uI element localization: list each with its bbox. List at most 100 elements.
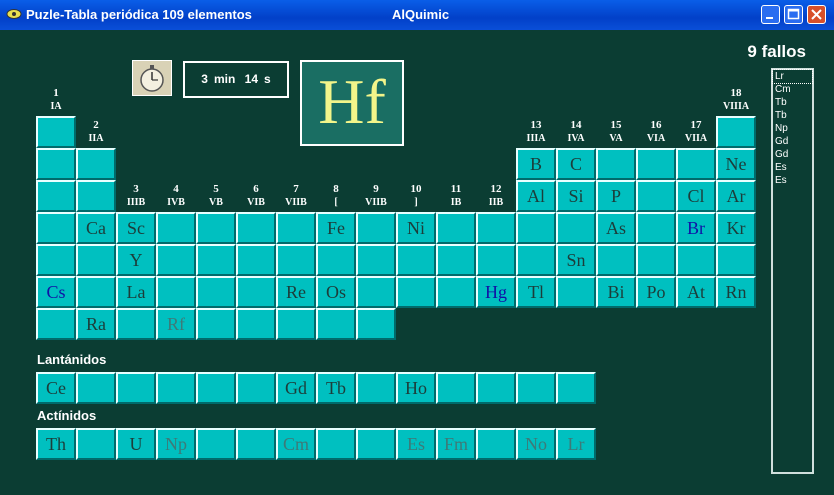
cell-Ne[interactable]: Ne bbox=[716, 148, 756, 180]
error-list-item[interactable]: Np bbox=[773, 122, 812, 135]
cell-empty[interactable] bbox=[596, 244, 636, 276]
cell-Ar[interactable]: Ar bbox=[716, 180, 756, 212]
cell-empty[interactable] bbox=[36, 180, 76, 212]
cell-Po[interactable]: Po bbox=[636, 276, 676, 308]
cell-empty[interactable] bbox=[556, 276, 596, 308]
cell-empty[interactable] bbox=[396, 276, 436, 308]
cell-empty[interactable] bbox=[636, 148, 676, 180]
cell-Sn[interactable]: Sn bbox=[556, 244, 596, 276]
cell-Lr[interactable]: Lr bbox=[556, 428, 596, 460]
cell-empty[interactable] bbox=[436, 244, 476, 276]
cell-empty[interactable] bbox=[276, 244, 316, 276]
cell-Fm[interactable]: Fm bbox=[436, 428, 476, 460]
cell-empty[interactable] bbox=[196, 428, 236, 460]
cell-empty[interactable] bbox=[516, 244, 556, 276]
maximize-button[interactable] bbox=[784, 5, 803, 24]
cell-Al[interactable]: Al bbox=[516, 180, 556, 212]
cell-empty[interactable] bbox=[76, 244, 116, 276]
cell-empty[interactable] bbox=[556, 212, 596, 244]
cell-empty[interactable] bbox=[196, 308, 236, 340]
cell-empty[interactable] bbox=[636, 244, 676, 276]
cell-empty[interactable] bbox=[236, 372, 276, 404]
cell-U[interactable]: U bbox=[116, 428, 156, 460]
cell-At[interactable]: At bbox=[676, 276, 716, 308]
cell-empty[interactable] bbox=[156, 372, 196, 404]
cell-Re[interactable]: Re bbox=[276, 276, 316, 308]
cell-empty[interactable] bbox=[116, 372, 156, 404]
error-list-item[interactable]: Cm bbox=[773, 83, 812, 96]
cell-Y[interactable]: Y bbox=[116, 244, 156, 276]
cell-Bi[interactable]: Bi bbox=[596, 276, 636, 308]
cell-No[interactable]: No bbox=[516, 428, 556, 460]
cell-empty[interactable] bbox=[236, 276, 276, 308]
cell-empty[interactable] bbox=[116, 308, 156, 340]
cell-empty[interactable] bbox=[36, 148, 76, 180]
cell-empty[interactable] bbox=[276, 308, 316, 340]
cell-Th[interactable]: Th bbox=[36, 428, 76, 460]
cell-empty[interactable] bbox=[276, 212, 316, 244]
cell-empty[interactable] bbox=[316, 244, 356, 276]
cell-empty[interactable] bbox=[76, 148, 116, 180]
error-list-item[interactable]: Tb bbox=[773, 96, 812, 109]
cell-empty[interactable] bbox=[356, 244, 396, 276]
cell-empty[interactable] bbox=[596, 148, 636, 180]
cell-Ce[interactable]: Ce bbox=[36, 372, 76, 404]
cell-Kr[interactable]: Kr bbox=[716, 212, 756, 244]
cell-Ni[interactable]: Ni bbox=[396, 212, 436, 244]
cell-empty[interactable] bbox=[476, 244, 516, 276]
cell-Hg[interactable]: Hg bbox=[476, 276, 516, 308]
error-list-item[interactable]: Gd bbox=[773, 148, 812, 161]
cell-empty[interactable] bbox=[356, 372, 396, 404]
cell-empty[interactable] bbox=[476, 212, 516, 244]
cell-Ho[interactable]: Ho bbox=[396, 372, 436, 404]
error-list-item[interactable]: Es bbox=[773, 174, 812, 187]
cell-empty[interactable] bbox=[196, 276, 236, 308]
cell-La[interactable]: La bbox=[116, 276, 156, 308]
cell-empty[interactable] bbox=[356, 428, 396, 460]
error-list-item[interactable]: Tb bbox=[773, 109, 812, 122]
cell-empty[interactable] bbox=[156, 244, 196, 276]
cell-empty[interactable] bbox=[356, 276, 396, 308]
cell-empty[interactable] bbox=[236, 308, 276, 340]
cell-Br[interactable]: Br bbox=[676, 212, 716, 244]
cell-Rn[interactable]: Rn bbox=[716, 276, 756, 308]
cell-empty[interactable] bbox=[396, 244, 436, 276]
cell-empty[interactable] bbox=[36, 308, 76, 340]
cell-empty[interactable] bbox=[636, 212, 676, 244]
cell-Cl[interactable]: Cl bbox=[676, 180, 716, 212]
cell-Rf[interactable]: Rf bbox=[156, 308, 196, 340]
error-list-item[interactable]: Es bbox=[773, 161, 812, 174]
cell-Cs[interactable]: Cs bbox=[36, 276, 76, 308]
cell-empty[interactable] bbox=[196, 212, 236, 244]
cell-empty[interactable] bbox=[76, 428, 116, 460]
cell-empty[interactable] bbox=[676, 148, 716, 180]
cell-empty[interactable] bbox=[236, 244, 276, 276]
cell-empty[interactable] bbox=[476, 428, 516, 460]
cell-empty[interactable] bbox=[76, 372, 116, 404]
cell-empty[interactable] bbox=[76, 180, 116, 212]
cell-empty[interactable] bbox=[516, 212, 556, 244]
cell-Ra[interactable]: Ra bbox=[76, 308, 116, 340]
cell-Fe[interactable]: Fe bbox=[316, 212, 356, 244]
current-element-tile[interactable]: Hf bbox=[300, 60, 404, 146]
cell-empty[interactable] bbox=[236, 212, 276, 244]
cell-empty[interactable] bbox=[36, 212, 76, 244]
error-list-item[interactable]: Lr bbox=[772, 69, 813, 84]
cell-empty[interactable] bbox=[156, 276, 196, 308]
cell-empty[interactable] bbox=[636, 180, 676, 212]
cell-Tb[interactable]: Tb bbox=[316, 372, 356, 404]
cell-empty[interactable] bbox=[316, 308, 356, 340]
cell-empty[interactable] bbox=[476, 372, 516, 404]
cell-C[interactable]: C bbox=[556, 148, 596, 180]
cell-Os[interactable]: Os bbox=[316, 276, 356, 308]
cell-empty[interactable] bbox=[716, 244, 756, 276]
cell-Np[interactable]: Np bbox=[156, 428, 196, 460]
cell-Sc[interactable]: Sc bbox=[116, 212, 156, 244]
cell-Si[interactable]: Si bbox=[556, 180, 596, 212]
cell-empty[interactable] bbox=[196, 244, 236, 276]
cell-Cm[interactable]: Cm bbox=[276, 428, 316, 460]
cell-empty[interactable] bbox=[356, 308, 396, 340]
cell-empty[interactable] bbox=[76, 276, 116, 308]
cell-B[interactable]: B bbox=[516, 148, 556, 180]
error-list-item[interactable]: Gd bbox=[773, 135, 812, 148]
